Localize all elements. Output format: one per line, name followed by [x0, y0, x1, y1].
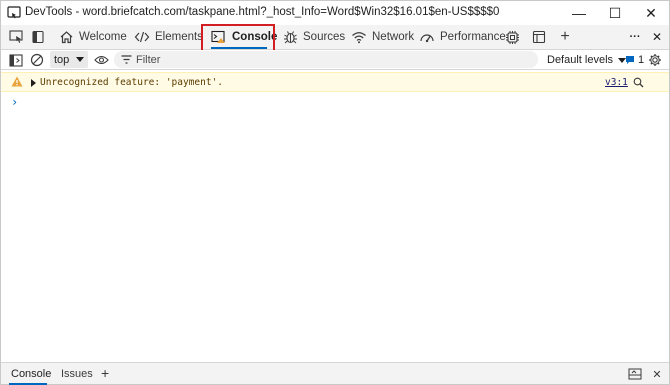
- tab-welcome-label: Welcome: [79, 31, 127, 43]
- dock-to-main-icon[interactable]: [627, 367, 643, 381]
- live-expression-eye-icon[interactable]: [93, 52, 109, 68]
- warning-message-text: Unrecognized feature: 'payment'.: [40, 77, 224, 88]
- close-devtools-button[interactable]: ✕: [649, 29, 665, 45]
- title-bar: DevTools - word.briefcatch.com/taskpane.…: [1, 1, 669, 25]
- warning-icon: [11, 76, 23, 90]
- tab-performance-label: Performance: [440, 31, 506, 43]
- expand-triangle-icon[interactable]: [31, 79, 36, 87]
- console-tab-highlight: [201, 24, 275, 52]
- devtools-tab-bar: Welcome Elements Console Sources Network…: [1, 25, 669, 50]
- more-options-button[interactable]: ···: [627, 29, 643, 45]
- drawer-tab-console[interactable]: Console: [11, 363, 51, 385]
- filter-input[interactable]: [136, 53, 516, 66]
- issues-counter[interactable]: 1: [625, 52, 644, 68]
- devtools-window: DevTools - word.briefcatch.com/taskpane.…: [0, 0, 670, 385]
- maximize-button[interactable]: ☐: [597, 1, 633, 25]
- search-icon[interactable]: [633, 77, 644, 91]
- issue-message-icon: [626, 56, 634, 64]
- tab-sources-label: Sources: [303, 31, 346, 43]
- tab-performance[interactable]: Performance: [419, 25, 506, 49]
- log-levels-label: Default levels: [547, 54, 614, 66]
- drawer-tab-issues[interactable]: Issues: [61, 363, 93, 385]
- bug-icon: [284, 31, 297, 44]
- close-drawer-button[interactable]: ✕: [649, 367, 665, 381]
- window-title: DevTools - word.briefcatch.com/taskpane.…: [25, 6, 500, 18]
- inspect-element-icon[interactable]: [8, 29, 24, 45]
- console-message-warning[interactable]: Unrecognized feature: 'payment'. v3:1: [1, 72, 669, 92]
- message-source-link[interactable]: v3:1: [605, 77, 628, 88]
- memory-icon[interactable]: [504, 29, 520, 45]
- tab-network[interactable]: Network: [351, 25, 414, 49]
- close-button[interactable]: ✕: [633, 1, 669, 25]
- console-settings-gear-icon[interactable]: [647, 52, 663, 68]
- performance-icon: [420, 34, 434, 43]
- clear-console-icon[interactable]: [29, 52, 45, 68]
- chevron-down-icon: [76, 57, 84, 62]
- home-icon: [60, 31, 73, 44]
- device-emulation-icon[interactable]: [30, 29, 46, 45]
- console-prompt[interactable]: ›: [11, 95, 18, 109]
- issues-count-value: 1: [638, 54, 645, 66]
- wifi-icon: [352, 32, 366, 44]
- drawer-add-tab-button[interactable]: +: [101, 362, 109, 384]
- filter-box: [114, 51, 538, 68]
- tab-welcome[interactable]: Welcome: [59, 25, 127, 49]
- code-brackets-icon: [134, 31, 150, 43]
- tab-network-label: Network: [372, 31, 415, 43]
- application-icon[interactable]: [531, 29, 547, 45]
- show-sidebar-icon[interactable]: [8, 52, 24, 68]
- console-toolbar: top Default levels 1: [1, 50, 669, 70]
- tab-elements[interactable]: Elements: [134, 25, 203, 49]
- tab-sources[interactable]: Sources: [283, 25, 345, 49]
- log-levels-dropdown[interactable]: Default levels: [547, 52, 627, 68]
- drawer-tab-bar: Console Issues + ✕: [1, 362, 669, 385]
- more-tools-add-button[interactable]: +: [557, 28, 573, 45]
- tab-elements-label: Elements: [155, 31, 203, 43]
- filter-icon: [121, 55, 132, 67]
- minimize-button[interactable]: —: [561, 1, 597, 25]
- context-value: top: [54, 53, 70, 66]
- devtools-app-icon: [7, 6, 21, 20]
- javascript-context-select[interactable]: top: [50, 51, 88, 68]
